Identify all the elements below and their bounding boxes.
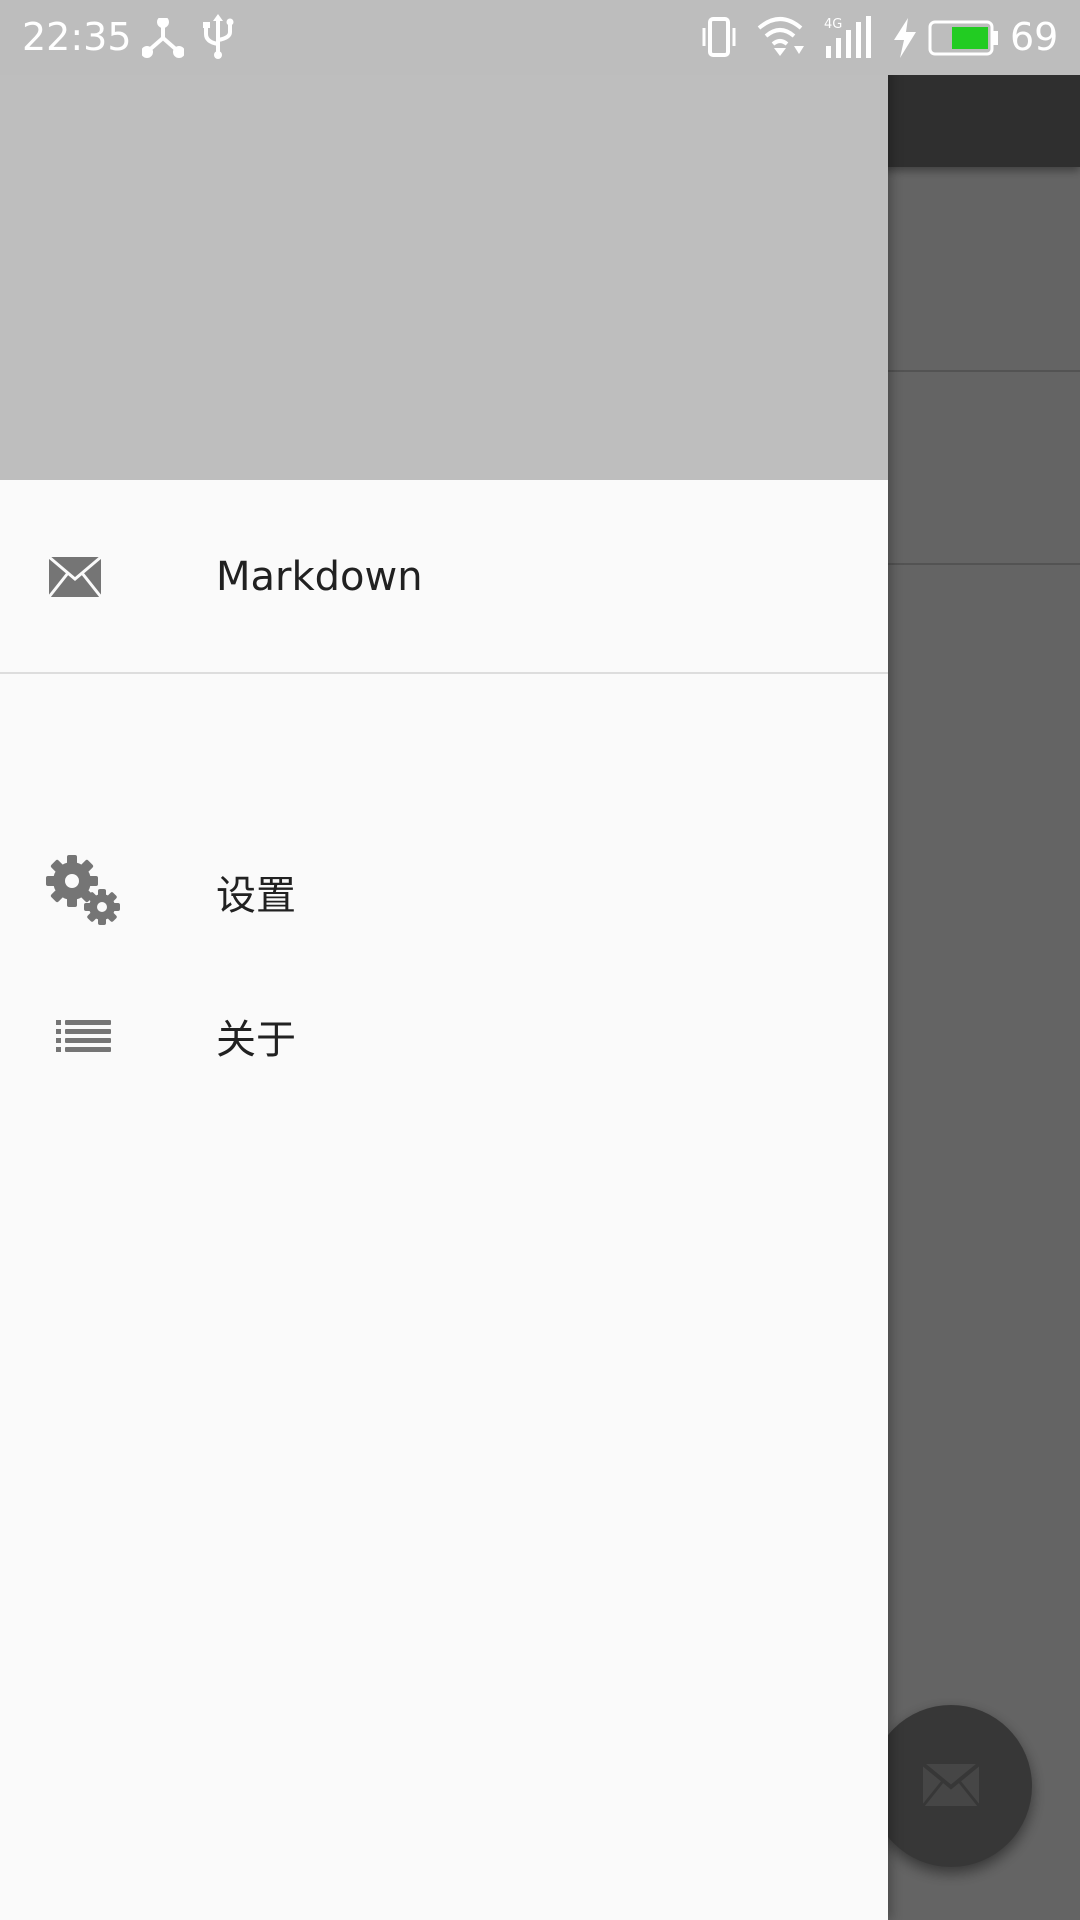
status-bar: 22:35 4G 69: [0, 0, 1080, 75]
drawer-divider: [0, 672, 888, 674]
drawer-item-label: Markdown: [216, 554, 423, 600]
battery-icon: [928, 20, 998, 56]
drawer-item-markdown[interactable]: Markdown: [0, 517, 888, 637]
svg-text:4G: 4G: [824, 17, 842, 32]
status-time: 22:35: [22, 15, 132, 59]
drawer-item-label: 设置: [216, 873, 296, 919]
mail-icon: [48, 556, 102, 598]
drawer-item-label: 关于: [216, 1017, 296, 1063]
wifi-icon: [757, 17, 804, 56]
signal-4g-icon: 4G: [824, 16, 871, 58]
list-icon: [56, 1020, 111, 1052]
vibrate-icon: [702, 17, 736, 57]
navigation-drawer: Markdown 设置 关于: [0, 0, 888, 1920]
battery-percent: 69: [1010, 15, 1059, 59]
usb-icon: [203, 14, 234, 59]
drawer-item-about[interactable]: 关于: [0, 976, 888, 1096]
settings-icon: [46, 855, 120, 925]
screen: Markdown 设置 关于 22:35 4G 69: [0, 0, 1080, 1920]
drawer-item-settings[interactable]: 设置: [0, 832, 888, 952]
charging-icon: [894, 18, 916, 58]
hub-icon: [142, 18, 184, 58]
